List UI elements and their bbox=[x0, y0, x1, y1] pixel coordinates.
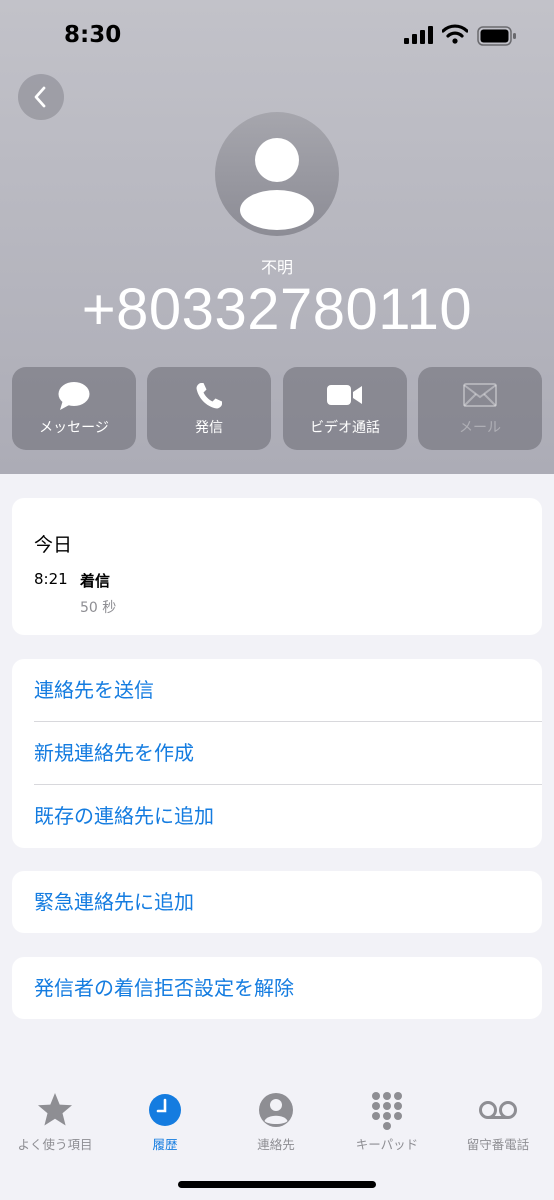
call-log-day: 今日 bbox=[34, 534, 73, 556]
tab-favorites[interactable]: よく使う項目 bbox=[0, 1090, 110, 1160]
caller-label: 不明 bbox=[260, 258, 293, 277]
chevron-left-icon bbox=[34, 86, 46, 108]
tab-contacts-label: 連絡先 bbox=[257, 1137, 295, 1152]
emergency-card: 緊急連絡先に追加 bbox=[12, 871, 542, 933]
message-bubble-icon bbox=[58, 382, 90, 410]
message-label: メッセージ bbox=[39, 420, 109, 436]
mail-button[interactable]: メール bbox=[418, 367, 542, 450]
unblock-caller-button[interactable]: 発信者の着信拒否設定を解除 bbox=[34, 957, 542, 1019]
tab-voicemail[interactable]: 留守番電話 bbox=[443, 1090, 553, 1160]
voicemail-icon bbox=[479, 1101, 517, 1119]
person-circle-icon bbox=[259, 1093, 293, 1127]
mail-label: メール bbox=[459, 420, 501, 436]
call-time: 8:21 bbox=[34, 570, 68, 588]
star-icon bbox=[38, 1093, 72, 1126]
clock-icon bbox=[149, 1094, 181, 1126]
video-camera-icon bbox=[327, 385, 362, 405]
contact-avatar bbox=[215, 112, 339, 236]
contact-options-card: 連絡先を送信 新規連絡先を作成 既存の連絡先に追加 bbox=[12, 659, 542, 848]
call-button[interactable]: 発信 bbox=[147, 367, 271, 450]
video-call-label: ビデオ通話 bbox=[310, 420, 380, 436]
block-card: 発信者の着信拒否設定を解除 bbox=[12, 957, 542, 1019]
contact-header: 8:30 不明 +80332780110 メッセージ 発信 ビデオ通話 メール bbox=[0, 0, 554, 474]
share-contact-button[interactable]: 連絡先を送信 bbox=[34, 659, 542, 721]
tab-favorites-label: よく使う項目 bbox=[17, 1137, 93, 1152]
tab-keypad[interactable]: キーパッド bbox=[332, 1090, 442, 1160]
status-time: 8:30 bbox=[64, 22, 122, 48]
tab-recents-label: 履歴 bbox=[152, 1137, 178, 1152]
caller-number: +80332780110 bbox=[81, 277, 473, 342]
cellular-signal-icon bbox=[404, 26, 433, 44]
tab-voicemail-label: 留守番電話 bbox=[466, 1137, 530, 1152]
status-bar: 8:30 bbox=[0, 0, 554, 70]
create-new-contact-button[interactable]: 新規連絡先を作成 bbox=[34, 722, 542, 784]
message-button[interactable]: メッセージ bbox=[12, 367, 136, 450]
keypad-icon bbox=[372, 1092, 402, 1130]
call-type: 着信 bbox=[80, 572, 111, 590]
tab-keypad-label: キーパッド bbox=[355, 1137, 419, 1152]
call-duration: 50 秒 bbox=[80, 600, 117, 616]
video-call-button[interactable]: ビデオ通話 bbox=[283, 367, 407, 450]
add-emergency-contact-button[interactable]: 緊急連絡先に追加 bbox=[34, 871, 542, 933]
add-to-existing-contact-button[interactable]: 既存の連絡先に追加 bbox=[34, 785, 542, 847]
wifi-icon bbox=[442, 24, 468, 44]
tab-recents[interactable]: 履歴 bbox=[110, 1090, 220, 1160]
battery-icon bbox=[477, 26, 516, 46]
tab-contacts[interactable]: 連絡先 bbox=[221, 1090, 331, 1160]
home-indicator bbox=[178, 1181, 376, 1188]
person-silhouette-icon bbox=[240, 138, 314, 230]
call-label: 発信 bbox=[195, 420, 223, 436]
call-log-card: 今日 8:21 着信 50 秒 bbox=[12, 498, 542, 635]
phone-icon bbox=[196, 383, 222, 409]
envelope-icon bbox=[463, 383, 497, 407]
back-button[interactable] bbox=[18, 74, 64, 120]
